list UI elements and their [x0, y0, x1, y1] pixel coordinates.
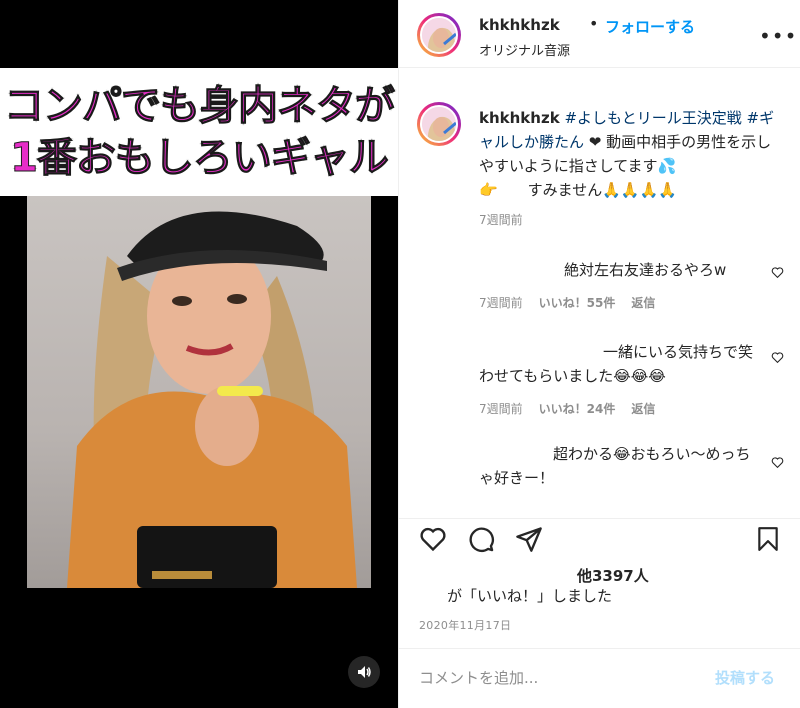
post-date: 2020年11月17日	[419, 619, 512, 632]
likes-suffix: が「いいね！」しました	[447, 587, 613, 605]
share-plane-icon[interactable]	[515, 525, 543, 553]
video-frame	[27, 196, 371, 588]
comment-text: 一緒にいる気持ちで笑わせてもらいました😂😂😂	[479, 343, 754, 385]
original-audio-link[interactable]: オリジナル音源	[479, 40, 570, 59]
post-caption: khkhkhzk #よしもとリール王決定戦 #ギャルしか勝たん ❤ 動画中相手の…	[479, 106, 784, 202]
comment-meta: 7週間前 いいね！24件 返信	[479, 400, 671, 417]
comment-like-heart-icon[interactable]	[771, 456, 784, 469]
video-player[interactable]: コンパでも身内ネタが 1番おもしろいギャル	[0, 0, 398, 708]
sound-toggle-button[interactable]	[348, 656, 380, 688]
comment-time: 7週間前	[479, 296, 523, 310]
comment-time: 7週間前	[479, 402, 523, 416]
speaker-icon	[358, 666, 371, 678]
comment-bubble-icon[interactable]	[467, 525, 495, 553]
comment-likes[interactable]: いいね！24件	[539, 402, 616, 416]
follow-button[interactable]: フォローする	[605, 16, 695, 37]
video-caption-banner: コンパでも身内ネタが 1番おもしろいギャル	[0, 68, 398, 196]
video-caption-line-2: 1番おもしろいギャル	[10, 135, 390, 182]
post-header: khkhkhzk • フォローする オリジナル音源 •••	[399, 0, 800, 68]
caption-timestamp: 7週間前	[479, 213, 523, 227]
more-icon[interactable]: •••	[759, 24, 797, 48]
add-comment-bar: 投稿する	[399, 648, 800, 708]
caption-avatar[interactable]	[420, 105, 458, 143]
comment-text: 絶対左右友達おるやろw	[564, 261, 727, 279]
likes-count[interactable]: 他3397人	[577, 565, 649, 586]
post-sidebar: khkhkhzk • フォローする オリジナル音源 ••• khkhkhzk #…	[398, 0, 800, 708]
header-username[interactable]: khkhkhzk	[479, 16, 560, 34]
post-actions: 他3397人 が「いいね！」しました 2020年11月17日	[399, 518, 800, 632]
comments-section: khkhkhzk #よしもとリール王決定戦 #ギャルしか勝たん ❤ 動画中相手の…	[399, 68, 800, 518]
like-heart-icon[interactable]	[419, 525, 447, 553]
reply-button[interactable]: 返信	[631, 402, 655, 416]
comment-like-heart-icon[interactable]	[771, 266, 784, 279]
save-bookmark-icon[interactable]	[755, 525, 781, 553]
avatar[interactable]	[420, 16, 458, 54]
comment-like-heart-icon[interactable]	[771, 351, 784, 364]
hashtag-yoshimoto[interactable]: #よしもとリール王決定戦	[564, 109, 741, 127]
comment-text: 超わかる😂おもろい〜めっちゃ好きー！	[479, 445, 751, 487]
comment-meta: 7週間前 いいね！55件 返信	[479, 294, 671, 311]
separator-dot: •	[589, 14, 599, 33]
post-comment-button[interactable]: 投稿する	[715, 667, 775, 688]
video-frame-illustration	[67, 211, 357, 588]
caption-line-3: 👉 すみません🙏🙏🙏🙏	[479, 181, 677, 199]
caption-username[interactable]: khkhkhzk	[479, 109, 560, 127]
comment-input[interactable]	[419, 665, 699, 691]
comment-likes[interactable]: いいね！55件	[539, 296, 616, 310]
reply-button[interactable]: 返信	[631, 296, 655, 310]
video-caption-line-1: コンパでも身内ネタが	[4, 83, 396, 130]
